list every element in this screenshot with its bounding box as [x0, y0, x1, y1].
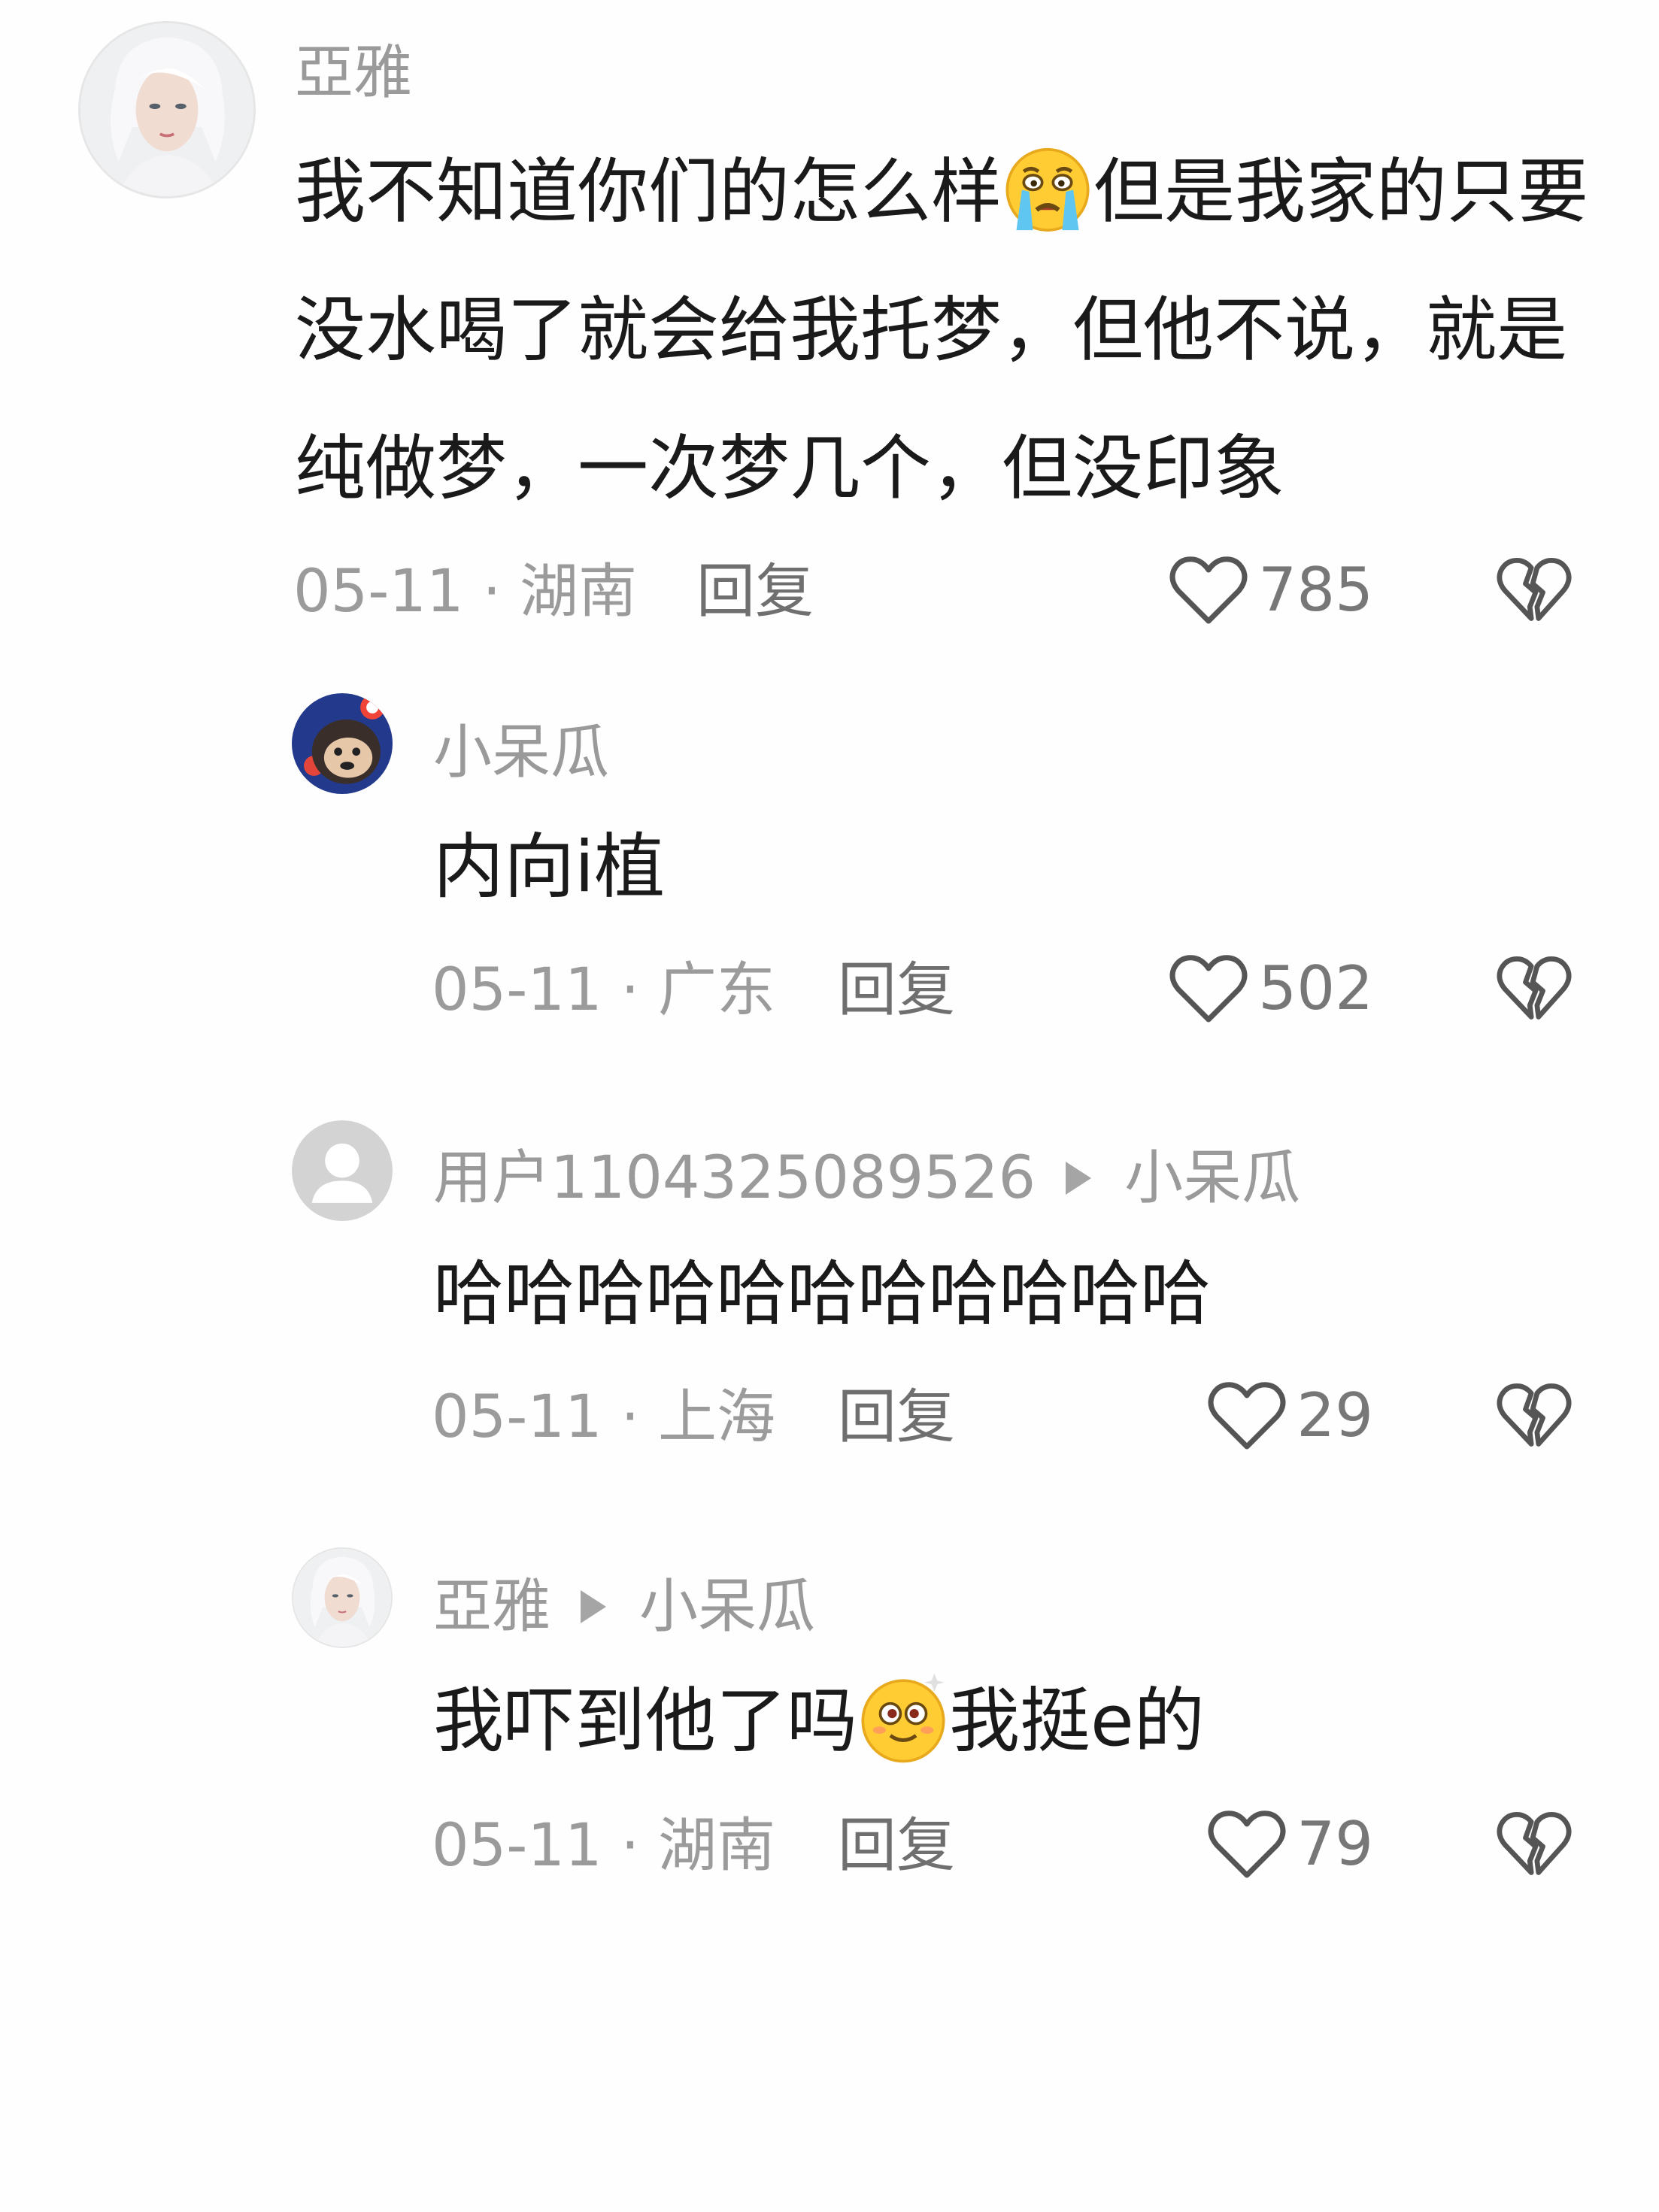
heart-icon: [1169, 556, 1248, 624]
like-count: 785: [1258, 555, 1373, 625]
comment-meta: 05-11 · 湖南: [432, 1812, 776, 1880]
avatar[interactable]: [292, 1120, 393, 1221]
comment-text: 我不知道你们的怎么样 但是我家的只要 没水喝了就会给我托梦，但他不说，就是 纯做…: [295, 123, 1588, 538]
broken-heart-icon: [1497, 558, 1572, 621]
reply-button[interactable]: 回复: [696, 562, 814, 621]
heart-icon: [1208, 1382, 1286, 1450]
comment-text: 我吓到他了吗 我挺e的: [433, 1653, 1205, 1791]
reply-to-name[interactable]: 小呆瓜: [639, 1577, 815, 1636]
dislike-button[interactable]: [1497, 953, 1572, 1024]
dislike-button[interactable]: [1497, 1380, 1572, 1451]
comment-text-line: 没水喝了就会给我托梦，但他不说，就是: [295, 289, 1568, 371]
dislike-button[interactable]: [1497, 555, 1572, 626]
author-line: 用户1104325089526 小呆瓜: [433, 1149, 1300, 1208]
heart-icon: [1169, 955, 1248, 1023]
reply-to-name[interactable]: 小呆瓜: [1124, 1149, 1300, 1208]
broken-heart-icon: [1497, 1812, 1572, 1875]
avatar[interactable]: [292, 693, 393, 794]
reply-button[interactable]: 回复: [838, 1817, 955, 1875]
comment-text: 内向i植: [433, 826, 666, 908]
author-line: 亞雅 小呆瓜: [433, 1577, 815, 1636]
like-button[interactable]: 502: [1169, 953, 1373, 1024]
reply-to-arrow-icon: [1066, 1162, 1092, 1195]
broken-heart-icon: [1497, 956, 1572, 1020]
like-count: 29: [1297, 1380, 1373, 1450]
avatar[interactable]: [78, 21, 256, 198]
comment-text-part: 我不知道你们的怎么样: [295, 151, 1002, 233]
like-button[interactable]: 29: [1208, 1380, 1373, 1451]
comment-text-line: 纯做梦，一次梦几个，但没印象: [295, 428, 1285, 510]
author-name[interactable]: 亞雅: [433, 1577, 550, 1636]
comment-meta: 05-11 · 广东: [432, 956, 776, 1024]
comment-text: 哈哈哈哈哈哈哈哈哈哈哈: [433, 1253, 1212, 1335]
comment-text-part: 但是我家的只要: [1093, 151, 1589, 233]
crying-face-icon: [1002, 142, 1093, 234]
comment-meta: 05-11 · 上海: [432, 1383, 776, 1451]
like-count: 502: [1258, 953, 1373, 1023]
comment-text-part: 我挺e的: [949, 1680, 1205, 1762]
author-name[interactable]: 亞雅: [295, 44, 412, 102]
like-button[interactable]: 79: [1208, 1809, 1373, 1880]
reply-button[interactable]: 回复: [838, 1388, 955, 1447]
broken-heart-icon: [1497, 1383, 1572, 1447]
author-name[interactable]: 用户1104325089526: [433, 1149, 1036, 1208]
avatar[interactable]: [292, 1547, 393, 1648]
comment-text-part: 我吓到他了吗: [433, 1680, 858, 1762]
default-user-icon: [292, 1120, 393, 1221]
like-count: 79: [1297, 1809, 1373, 1879]
reply-button[interactable]: 回复: [838, 961, 955, 1020]
dizzy-face-icon: [857, 1671, 949, 1763]
author-name[interactable]: 小呆瓜: [433, 723, 609, 782]
dislike-button[interactable]: [1497, 1809, 1572, 1880]
reply-to-arrow-icon: [581, 1590, 607, 1623]
heart-icon: [1208, 1811, 1286, 1878]
comment-meta: 05-11 · 湖南: [293, 558, 638, 626]
like-button[interactable]: 785: [1169, 555, 1373, 626]
